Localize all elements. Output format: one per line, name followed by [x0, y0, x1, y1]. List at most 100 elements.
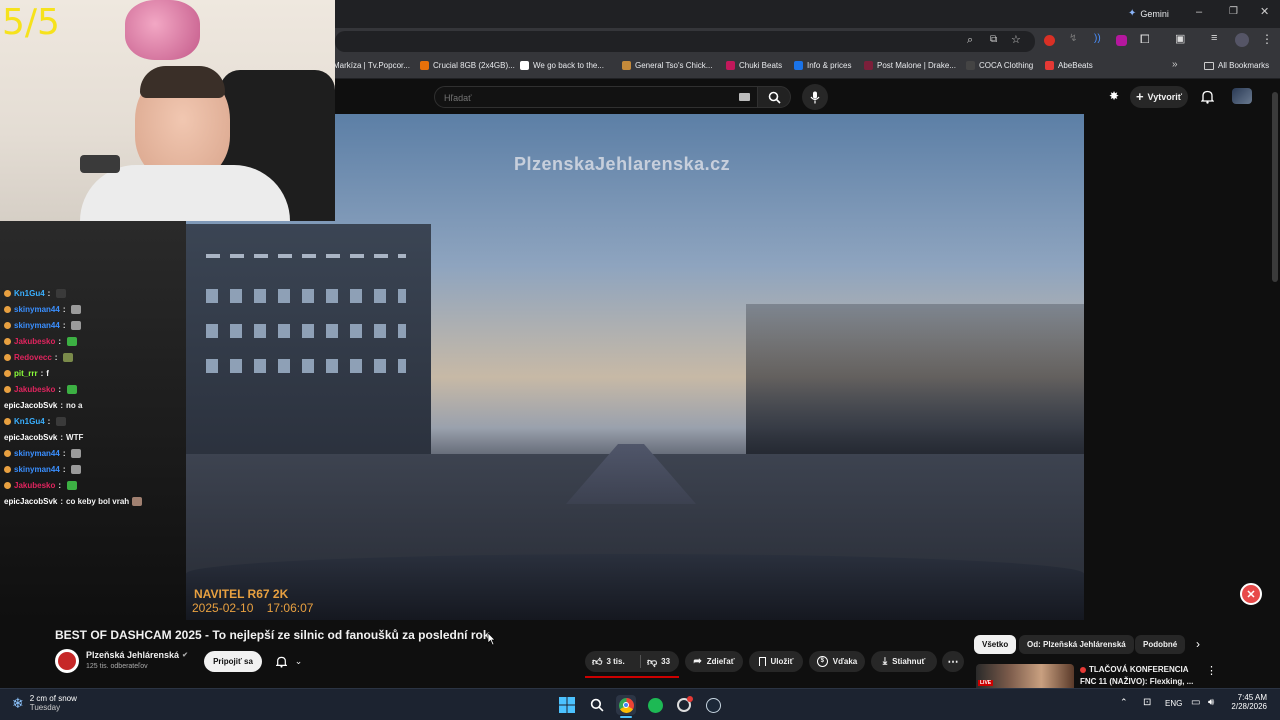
recommendation-menu-icon[interactable]: ⋮ [1206, 664, 1217, 677]
bookmark-item[interactable]: Post Malone | Drake... [864, 61, 956, 70]
language-indicator[interactable]: ENG [1165, 699, 1182, 708]
bookmark-item[interactable]: COCA Clothing [966, 61, 1033, 70]
side-panel-icon[interactable]: ▣ [1175, 32, 1185, 45]
account-avatar[interactable] [1232, 88, 1252, 104]
bookmark-item[interactable]: General Tso's Chick... [622, 61, 712, 70]
building-windows-row [206, 324, 406, 338]
chat-username: pit_rrr [14, 369, 38, 378]
download-button[interactable]: ⤓ Stiahnuť [871, 651, 937, 672]
search-button[interactable] [757, 86, 791, 108]
network-icon[interactable]: ⊡ [1143, 697, 1151, 708]
mouse-cursor-icon [487, 632, 496, 646]
weather-text: 2 cm of snow [29, 694, 77, 703]
all-bookmarks-button[interactable]: All Bookmarks [1204, 61, 1269, 70]
live-dot-icon [1080, 666, 1086, 673]
page-scrollbar[interactable] [1270, 80, 1280, 688]
chips-next-chevron-icon[interactable]: › [1196, 637, 1200, 651]
monitor-icon[interactable]: ▭ [1191, 697, 1200, 708]
volume-icon[interactable]: 🔊︎ [1208, 697, 1214, 708]
chip-all[interactable]: Všetko [974, 635, 1017, 654]
maximize-button[interactable]: ❐ [1229, 6, 1238, 17]
webcam-overlay: 5/5 [0, 0, 335, 221]
taskbar-chrome[interactable] [616, 695, 636, 715]
extension-wave-icon[interactable]: )) [1094, 33, 1101, 44]
create-button[interactable]: + Vytvoriť [1130, 86, 1188, 108]
plush-toy [125, 0, 200, 60]
dislike-button[interactable]: 👎︎ 33 [647, 656, 670, 668]
join-button[interactable]: Pripojiť sa [204, 651, 262, 672]
minimize-button[interactable]: – [1196, 6, 1202, 18]
close-overlay-icon[interactable]: ✕ [1240, 583, 1262, 605]
taskbar-steam[interactable] [703, 695, 723, 715]
chat-separator: : [58, 337, 62, 346]
bookmark-item[interactable]: Info & prices [794, 61, 851, 70]
chat-message: epicJacobSvk: no a [4, 401, 83, 410]
install-icon[interactable]: ⧉ [990, 34, 997, 45]
chevron-down-icon: ⌄ [294, 656, 303, 666]
chat-separator: : [62, 321, 66, 330]
scrollbar-thumb[interactable] [1272, 92, 1278, 282]
taskbar-spotify[interactable] [645, 695, 665, 715]
chat-separator: : [58, 385, 62, 394]
chat-badge-icon [4, 322, 11, 329]
tray-chevron-up-icon[interactable]: ⌃ [1120, 697, 1128, 708]
taskbar-search-button[interactable] [587, 695, 607, 715]
premium-spark-icon[interactable]: ✸ [1109, 89, 1119, 103]
extension-icon[interactable] [1044, 35, 1055, 46]
search-box[interactable] [434, 86, 790, 108]
extension-arrows-icon[interactable]: ↯ [1069, 33, 1077, 44]
taskbar-app[interactable] [674, 695, 694, 715]
more-bookmarks-chevron-icon[interactable]: » [1172, 59, 1178, 70]
like-button[interactable]: 👍︎ 3 tis. [592, 656, 640, 668]
bookmark-star-icon[interactable]: ☆ [1011, 33, 1021, 46]
address-bar-actions: ⌕ ⧉ ☆ [955, 31, 1035, 52]
extension-purple-icon[interactable] [1116, 35, 1127, 46]
search-input[interactable] [444, 91, 724, 104]
close-window-button[interactable]: ✕ [1260, 5, 1269, 18]
profile-avatar[interactable] [1235, 33, 1249, 47]
start-button[interactable] [557, 695, 577, 715]
bookmark-item[interactable]: Chuki Beats [726, 61, 782, 70]
channel-logo-icon [58, 652, 76, 670]
gemini-button[interactable]: ✦ Gemini [1128, 8, 1169, 19]
chip-from-channel[interactable]: Od: Plzeňská Jehlárenská [1019, 635, 1134, 654]
clock[interactable]: 7:45 AM 2/28/2026 [1227, 693, 1267, 711]
recommendation-thumbnail[interactable]: LIVE [976, 664, 1074, 688]
dislike-count: 33 [661, 657, 671, 666]
bookmark-item[interactable]: We go back to the... [520, 61, 604, 70]
weather-widget[interactable]: ❄ 2 cm of snow Tuesday [12, 694, 77, 712]
subscribed-notifications-button[interactable]: ⌄ [268, 651, 310, 672]
reading-list-icon[interactable]: ≡ [1211, 32, 1217, 44]
dashcam-brand: NAVITEL R67 2K [194, 587, 289, 601]
live-badge: LIVE [978, 680, 994, 686]
thanks-button[interactable]: $ Vďaka [809, 651, 865, 672]
channel-name-link[interactable]: Plzeňská Jehlárenská ✔ [86, 650, 188, 660]
gemini-icon: ✦ [1128, 8, 1137, 19]
zoom-icon[interactable]: ⌕ [967, 34, 973, 47]
bookmark-label: Info & prices [807, 61, 852, 70]
bookmark-item[interactable]: Crucial 8GB (2x4GB)... [420, 61, 515, 70]
extensions-puzzle-icon[interactable]: ⧠ [1140, 32, 1150, 47]
chat-username: skinyman44 [14, 305, 60, 314]
chat-separator: : [62, 449, 66, 458]
more-actions-button[interactable]: ⋯ [942, 651, 964, 672]
chat-emote-icon [71, 321, 82, 330]
address-bar[interactable] [335, 31, 955, 52]
menu-kebab-icon[interactable]: ⋮ [1261, 32, 1273, 46]
share-label: Zdieľať [706, 657, 735, 666]
channel-avatar[interactable] [55, 649, 79, 673]
recommendation-title-2[interactable]: FNC 11 (NAŽIVO): Flexking, ... [1080, 677, 1193, 686]
keyboard-icon[interactable] [739, 93, 750, 101]
notifications-bell-icon[interactable] [1201, 90, 1214, 104]
chat-message: skinyman44: [4, 305, 82, 314]
chat-message: skinyman44: [4, 465, 82, 474]
voice-search-button[interactable] [802, 84, 828, 110]
chat-username: skinyman44 [14, 465, 60, 474]
chat-separator: : [60, 497, 64, 506]
recommendation-title-line1[interactable]: TLAČOVÁ KONFERENCIA [1080, 665, 1189, 674]
bookmark-item[interactable]: AbeBeats [1045, 61, 1093, 70]
save-button[interactable]: Uložiť [749, 651, 803, 672]
chip-related[interactable]: Podobné [1135, 635, 1186, 654]
share-button[interactable]: ➦ Zdieľať [685, 651, 743, 672]
bookmark-favicon-icon [864, 61, 873, 70]
